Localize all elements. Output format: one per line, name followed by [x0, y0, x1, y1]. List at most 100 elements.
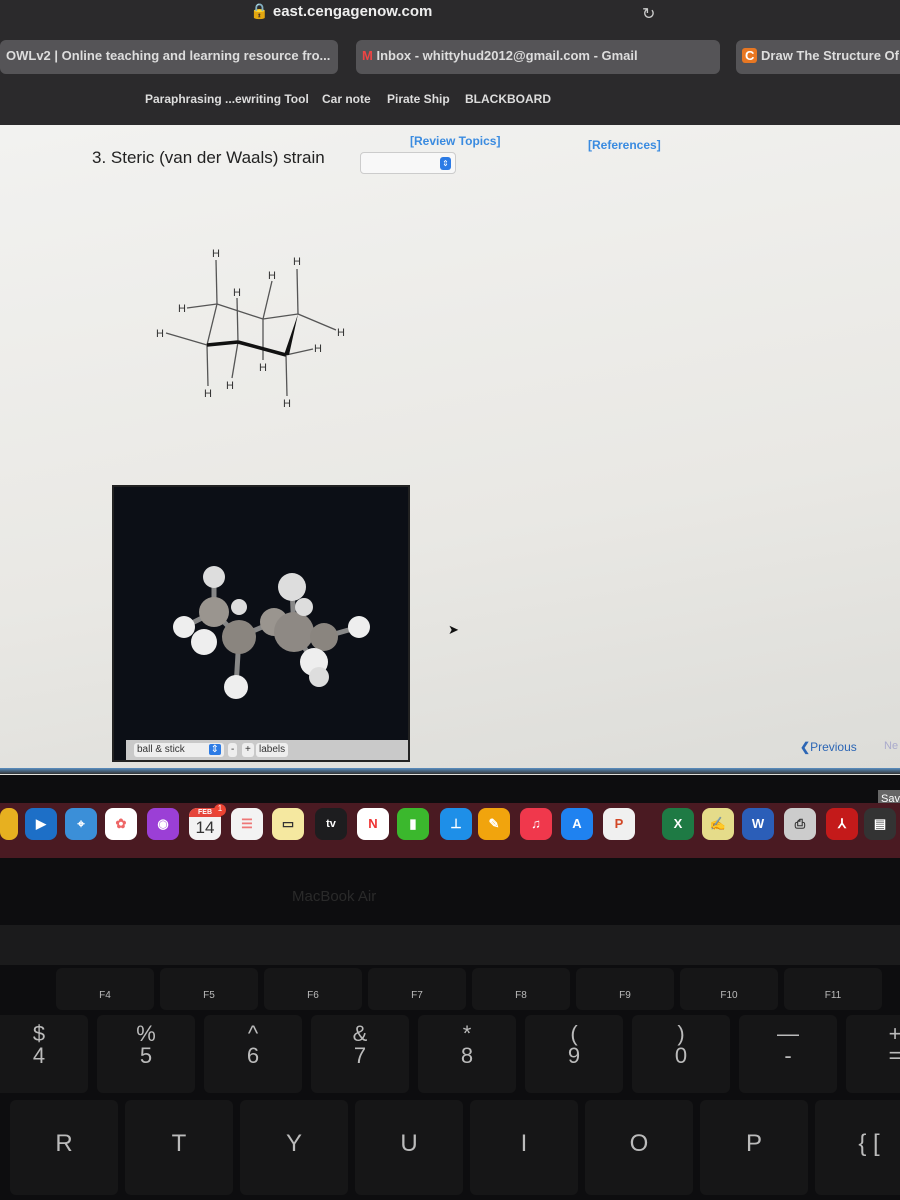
- key-label: F7: [411, 990, 423, 1001]
- atom-ball: [274, 612, 314, 652]
- hydrogen-label: H: [283, 398, 291, 410]
- news-app-icon[interactable]: N: [357, 808, 389, 840]
- atom-ball: [203, 566, 225, 588]
- reminders-app-icon[interactable]: ☰: [231, 808, 263, 840]
- key-t[interactable]: T: [125, 1100, 233, 1195]
- key-label: 5: [139, 1043, 153, 1068]
- key-4[interactable]: $4: [0, 1015, 88, 1093]
- apple-tv-app-icon[interactable]: tv: [315, 808, 347, 840]
- laptop-hinge: [0, 925, 900, 965]
- key-o[interactable]: O: [585, 1100, 693, 1195]
- key-label: F9: [619, 990, 631, 1001]
- key-f4[interactable]: F4: [56, 968, 154, 1010]
- hydrogen-label: H: [204, 388, 212, 400]
- key-u[interactable]: U: [355, 1100, 463, 1195]
- app-store-icon[interactable]: A: [561, 808, 593, 840]
- key-f6[interactable]: F6: [264, 968, 362, 1010]
- atom-ball: [278, 573, 306, 601]
- word-app-icon[interactable]: W: [742, 808, 774, 840]
- pages-app-icon[interactable]: ✎: [478, 808, 510, 840]
- atom-ball: [199, 597, 229, 627]
- render-mode-select[interactable]: ball & stick ⇕: [134, 743, 224, 757]
- previous-label: Previous: [810, 740, 857, 754]
- acrobat-app-icon[interactable]: ⅄: [826, 808, 858, 840]
- key-y[interactable]: Y: [240, 1100, 348, 1195]
- key-7[interactable]: & 7: [311, 1015, 409, 1093]
- key-5[interactable]: % 5: [97, 1015, 195, 1093]
- atom-ball: [224, 675, 248, 699]
- music-app-icon[interactable]: ♫: [520, 808, 552, 840]
- excel-app-icon[interactable]: X: [662, 808, 694, 840]
- app-icon[interactable]: [0, 808, 18, 840]
- facetime-app-icon[interactable]: ▶: [25, 808, 57, 840]
- atom-ball: [191, 629, 217, 655]
- atom-ball: [173, 616, 195, 638]
- printer-app-icon[interactable]: ▤: [864, 808, 896, 840]
- zoom-in-button[interactable]: +: [242, 743, 254, 757]
- key-{[interactable]: { [: [815, 1100, 900, 1195]
- atom-ball: [348, 616, 370, 638]
- key-f7[interactable]: F7: [368, 968, 466, 1010]
- atom-ball: [231, 599, 247, 615]
- key-label: F11: [824, 990, 842, 1001]
- key-label: F4: [99, 990, 111, 1001]
- key-label: F5: [203, 990, 215, 1001]
- key-label: Y: [285, 1130, 302, 1157]
- maps-app-icon[interactable]: ⌖: [65, 808, 97, 840]
- select-stepper-icon: ⇕: [208, 744, 221, 755]
- zoom-out-button[interactable]: -: [228, 743, 238, 757]
- previous-button[interactable]: ❮Previous: [800, 740, 857, 754]
- molecule-3d-viewer[interactable]: [112, 485, 410, 762]
- atom-ball: [295, 598, 313, 616]
- key--[interactable]: — -: [739, 1015, 837, 1093]
- hydrogen-label: H: [212, 248, 220, 260]
- key-f8[interactable]: F8: [472, 968, 570, 1010]
- keynote-app-icon[interactable]: ⊥: [440, 808, 472, 840]
- notes-app-icon[interactable]: ▭: [272, 808, 304, 840]
- key-f11[interactable]: F11: [784, 968, 882, 1010]
- powerpoint-app-icon[interactable]: P: [603, 808, 635, 840]
- key-label: R: [55, 1130, 73, 1157]
- key-8[interactable]: * 8: [418, 1015, 516, 1093]
- key-9[interactable]: (9: [525, 1015, 623, 1093]
- atom-ball: [310, 623, 338, 651]
- hydrogen-label: H: [233, 287, 241, 299]
- hydrogen-label: H: [293, 256, 301, 268]
- key-r[interactable]: R: [10, 1100, 118, 1195]
- photos-app-icon[interactable]: ✿: [105, 808, 137, 840]
- numbers-app-icon[interactable]: ▮: [397, 808, 429, 840]
- key-6[interactable]: ^ 6: [204, 1015, 302, 1093]
- key-i[interactable]: I: [470, 1100, 578, 1195]
- key-label: 0: [674, 1043, 688, 1068]
- label-printer-app-icon[interactable]: ⎙: [784, 808, 816, 840]
- key-label: F8: [515, 990, 527, 1001]
- render-mode-value: ball & stick: [137, 744, 185, 755]
- key-label: 9: [567, 1043, 581, 1068]
- key-=[interactable]: + =: [846, 1015, 900, 1093]
- viewer-controls: ball & stick ⇕ - + labels: [126, 740, 408, 760]
- key-label: I: [520, 1130, 528, 1157]
- key-f10[interactable]: F10: [680, 968, 778, 1010]
- mouse-cursor-icon: ➤: [448, 622, 459, 637]
- next-button[interactable]: Ne: [884, 740, 898, 752]
- key-label: 6: [246, 1043, 260, 1068]
- hydrogen-label: H: [259, 362, 267, 374]
- key-label: O: [629, 1130, 649, 1157]
- labels-button[interactable]: labels: [256, 743, 289, 757]
- podcasts-app-icon[interactable]: ◉: [147, 808, 179, 840]
- stickies-app-icon[interactable]: ✍: [702, 808, 734, 840]
- hydrogen-label: H: [156, 328, 164, 340]
- key-f9[interactable]: F9: [576, 968, 674, 1010]
- calendar-badge: 1: [214, 804, 226, 816]
- key-label: 8: [460, 1043, 474, 1068]
- key-label: 4: [32, 1043, 46, 1068]
- key-p[interactable]: P: [700, 1100, 808, 1195]
- hydrogen-label: H: [178, 303, 186, 315]
- key-label: F6: [307, 990, 319, 1001]
- key-label: 7: [353, 1043, 367, 1068]
- chevron-left-icon: ❮: [800, 740, 811, 754]
- key-0[interactable]: ) 0: [632, 1015, 730, 1093]
- key-label: =: [888, 1043, 900, 1068]
- hydrogen-label: H: [226, 380, 234, 392]
- key-f5[interactable]: F5: [160, 968, 258, 1010]
